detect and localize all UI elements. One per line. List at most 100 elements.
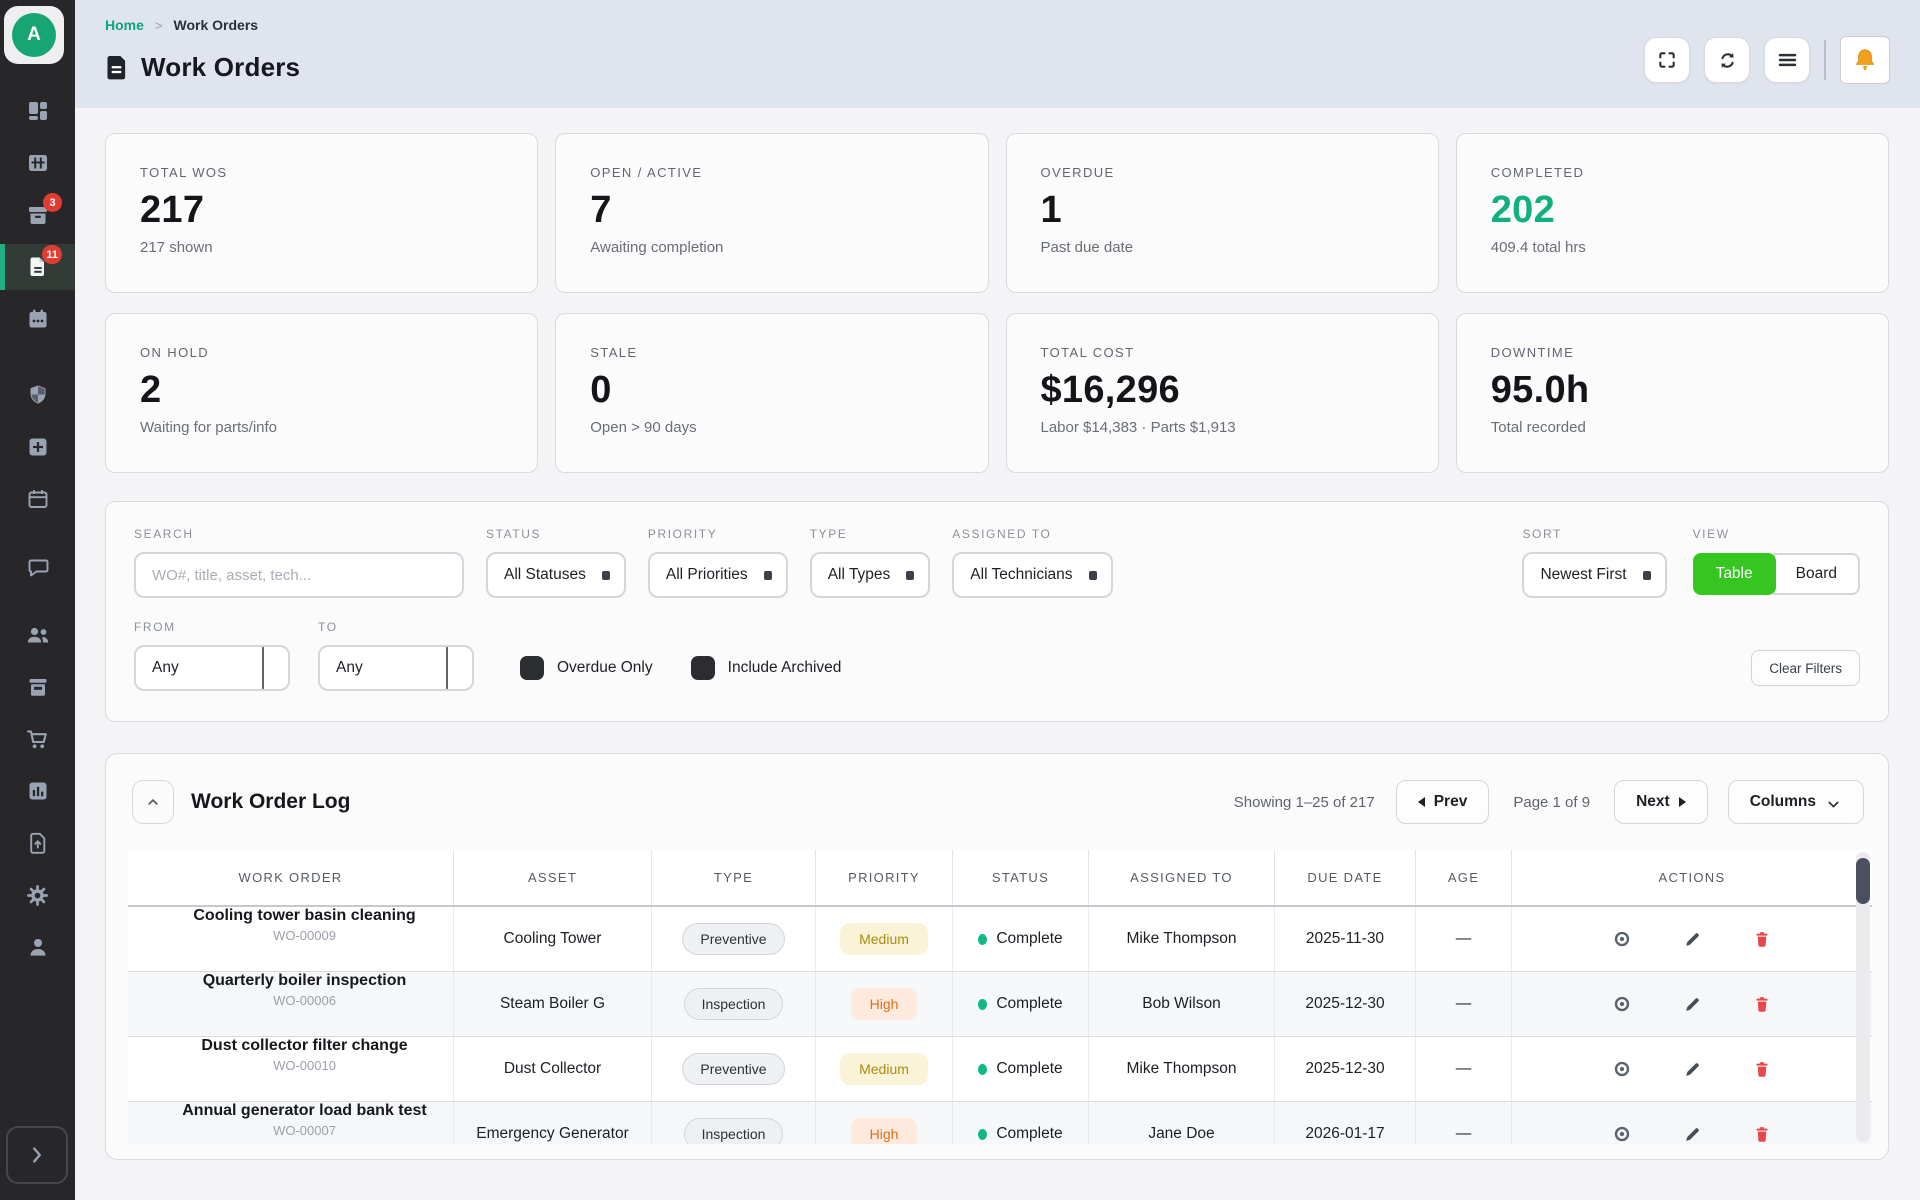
content: TOTAL WOS 217 217 shown OPEN / ACTIVE 7 …	[75, 108, 1920, 1160]
include-archived-checkbox[interactable]	[691, 656, 715, 680]
sort-select[interactable]: Newest First	[1522, 552, 1666, 598]
view-button[interactable]	[1587, 1114, 1657, 1144]
sidebar-item-planner[interactable]	[0, 476, 75, 522]
search-group: SEARCH	[134, 527, 464, 598]
delete-trash-icon	[1753, 995, 1771, 1014]
delete-button[interactable]	[1727, 1049, 1797, 1089]
col-header-status[interactable]: STATUS	[952, 850, 1088, 905]
age-cell: —	[1415, 1037, 1511, 1101]
sidebar-item-profile[interactable]	[0, 924, 75, 970]
delete-button[interactable]	[1727, 1114, 1797, 1144]
work-order-cell: Annual generator load bank test WO-00007	[128, 1102, 453, 1144]
view-button[interactable]	[1587, 984, 1657, 1024]
stat-label: TOTAL COST	[1041, 345, 1404, 360]
next-page-button[interactable]: Next	[1614, 780, 1708, 824]
prev-page-button[interactable]: Prev	[1396, 780, 1490, 824]
clear-filters-button[interactable]: Clear Filters	[1751, 650, 1860, 686]
sidebar-item-safety[interactable]	[0, 372, 75, 418]
overdue-only-label: Overdue Only	[557, 659, 653, 677]
view-table-button[interactable]: Table	[1693, 553, 1776, 595]
col-header-asset[interactable]: ASSET	[453, 850, 651, 905]
stat-subtext: 217 shown	[140, 239, 503, 256]
fullscreen-button[interactable]	[1644, 37, 1690, 83]
col-header-priority[interactable]: PRIORITY	[815, 850, 952, 905]
overdue-only-checkbox-row[interactable]: Overdue Only	[520, 656, 653, 680]
overdue-only-checkbox[interactable]	[520, 656, 544, 680]
work-order-cell: Cooling tower basin cleaning WO-00009	[128, 907, 453, 971]
status-dot-icon	[978, 1129, 987, 1140]
store-icon	[26, 675, 50, 699]
date-picker-divider[interactable]	[262, 647, 288, 689]
refresh-button[interactable]	[1704, 37, 1750, 83]
dropdown-marker-icon	[1643, 571, 1651, 580]
table-scrollbar-thumb[interactable]	[1856, 858, 1870, 904]
collapse-log-button[interactable]	[132, 780, 174, 824]
edit-button[interactable]	[1657, 984, 1727, 1024]
work-order-title[interactable]: Dust collector filter change	[201, 1037, 407, 1055]
chevron-down-icon	[1825, 796, 1842, 813]
table-row[interactable]: Cooling tower basin cleaning WO-00009 Co…	[128, 907, 1872, 972]
stat-card-completed: COMPLETED 202 409.4 total hrs	[1456, 133, 1889, 293]
edit-button[interactable]	[1657, 1049, 1727, 1089]
type-select[interactable]: All Types	[810, 552, 931, 598]
columns-button[interactable]: Columns	[1728, 780, 1864, 824]
search-input[interactable]	[134, 552, 464, 598]
view-button[interactable]	[1587, 1049, 1657, 1089]
status-select[interactable]: All Statuses	[486, 552, 626, 598]
breadcrumb-home-link[interactable]: Home	[105, 17, 144, 33]
priority-select[interactable]: All Priorities	[648, 552, 788, 598]
notifications-button[interactable]	[1840, 36, 1890, 84]
sidebar-item-inbox[interactable]: 3	[0, 192, 75, 238]
col-header-age[interactable]: AGE	[1415, 850, 1511, 905]
sidebar-item-messages[interactable]	[0, 544, 75, 590]
work-order-cell: Dust collector filter change WO-00010	[128, 1037, 453, 1101]
user-icon	[26, 935, 50, 959]
table-row[interactable]: Dust collector filter change WO-00010 Du…	[128, 1037, 1872, 1102]
sidebar-item-team[interactable]	[0, 612, 75, 658]
col-header-assigned-to[interactable]: ASSIGNED TO	[1088, 850, 1274, 905]
edit-button[interactable]	[1657, 1114, 1727, 1144]
table-row[interactable]: Annual generator load bank test WO-00007…	[128, 1102, 1872, 1144]
stat-value: 95.0h	[1491, 369, 1854, 412]
menu-button[interactable]	[1764, 37, 1810, 83]
sidebar-item-dashboard[interactable]	[0, 88, 75, 134]
sidebar-item-vendors[interactable]	[0, 664, 75, 710]
work-order-title[interactable]: Annual generator load bank test	[182, 1102, 426, 1120]
sidebar-item-purchasing[interactable]	[0, 716, 75, 762]
col-header-type[interactable]: TYPE	[651, 850, 815, 905]
table-row[interactable]: Quarterly boiler inspection WO-00006 Ste…	[128, 972, 1872, 1037]
sidebar-item-work-orders[interactable]: 11	[0, 244, 75, 290]
chevron-up-icon	[144, 793, 162, 811]
sidebar-item-import[interactable]	[0, 820, 75, 866]
stat-card-stale: STALE 0 Open > 90 days	[555, 313, 988, 473]
from-date-input[interactable]: Any	[134, 645, 290, 691]
avatar[interactable]: A	[4, 6, 64, 64]
sidebar-item-add-new[interactable]	[0, 424, 75, 470]
sidebar-item-reports[interactable]	[0, 768, 75, 814]
view-eye-icon	[1612, 929, 1632, 949]
chat-icon	[26, 555, 50, 579]
col-header-due-date[interactable]: DUE DATE	[1274, 850, 1415, 905]
work-order-log-card: Work Order Log Showing 1–25 of 217 Prev …	[105, 753, 1889, 1160]
date-picker-divider[interactable]	[446, 647, 472, 689]
hamburger-menu-icon	[1777, 51, 1798, 69]
delete-button[interactable]	[1727, 919, 1797, 959]
work-order-title[interactable]: Quarterly boiler inspection	[203, 972, 407, 990]
sidebar-expand-button[interactable]	[6, 1126, 68, 1184]
assigned-select[interactable]: All Technicians	[952, 552, 1112, 598]
stat-subtext: 409.4 total hrs	[1491, 239, 1854, 256]
sidebar-item-settings[interactable]	[0, 872, 75, 918]
edit-button[interactable]	[1657, 919, 1727, 959]
to-date-input[interactable]: Any	[318, 645, 474, 691]
col-header-work-order[interactable]: WORK ORDER	[128, 850, 453, 905]
table-scrollbar-track[interactable]	[1856, 852, 1870, 1142]
view-board-button[interactable]: Board	[1773, 553, 1860, 595]
fullscreen-icon	[1657, 50, 1677, 70]
work-order-title[interactable]: Cooling tower basin cleaning	[193, 907, 415, 925]
status-text: Complete	[996, 1060, 1062, 1078]
sidebar-item-schedule[interactable]	[0, 296, 75, 342]
sidebar-item-assets[interactable]	[0, 140, 75, 186]
view-button[interactable]	[1587, 919, 1657, 959]
delete-button[interactable]	[1727, 984, 1797, 1024]
include-archived-checkbox-row[interactable]: Include Archived	[691, 656, 842, 680]
